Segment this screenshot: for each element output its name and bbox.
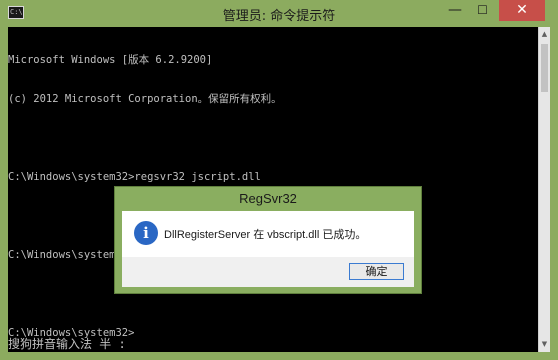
dialog-content: i DllRegisterServer 在 vbscript.dll 已成功。 xyxy=(122,211,414,257)
ime-status: 搜狗拼音输入法 半 : xyxy=(8,337,126,351)
console-line: Microsoft Windows [版本 6.2.9200] xyxy=(8,54,213,66)
vertical-scrollbar[interactable]: ▲ ▼ xyxy=(538,27,550,352)
scroll-up-icon[interactable]: ▲ xyxy=(539,27,550,42)
title-bar[interactable]: C:\ 管理员: 命令提示符 — ☐ ✕ xyxy=(0,0,558,27)
scroll-thumb[interactable] xyxy=(541,44,548,92)
close-button[interactable]: ✕ xyxy=(499,0,545,21)
window-frame-right xyxy=(550,27,558,360)
info-icon: i xyxy=(134,221,158,245)
minimize-button[interactable]: — xyxy=(441,0,469,21)
maximize-button[interactable]: ☐ xyxy=(469,0,496,21)
console-window: C:\ 管理员: 命令提示符 — ☐ ✕ Microsoft Windows [… xyxy=(0,0,558,360)
console-line: C:\Windows\system32>regsvr32 jscript.dll xyxy=(8,171,261,183)
dialog-footer: 确定 xyxy=(122,257,414,287)
console-line: (c) 2012 Microsoft Corporation。保留所有权利。 xyxy=(8,93,282,105)
ok-button[interactable]: 确定 xyxy=(349,263,404,280)
scroll-down-icon[interactable]: ▼ xyxy=(539,337,550,352)
dialog-message: DllRegisterServer 在 vbscript.dll 已成功。 xyxy=(164,229,367,241)
dialog-title: RegSvr32 xyxy=(239,191,297,206)
window-frame-bottom xyxy=(0,352,558,360)
regsvr32-dialog: RegSvr32 i DllRegisterServer 在 vbscript.… xyxy=(114,186,422,294)
